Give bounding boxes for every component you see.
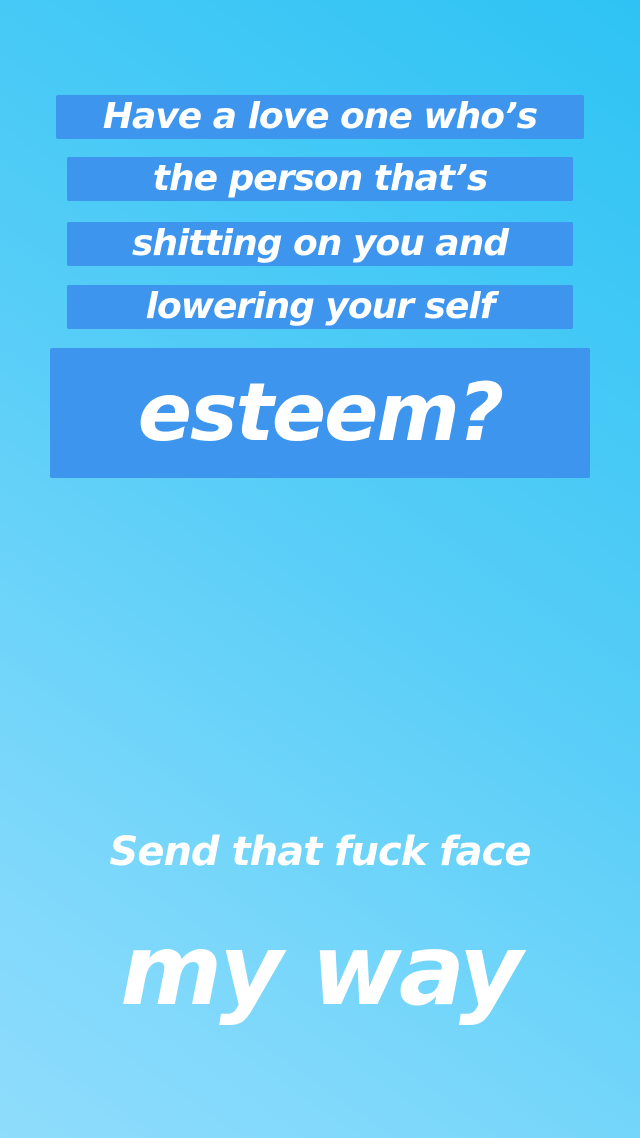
highlight-text-line-4: lowering your self bbox=[67, 285, 573, 329]
plain-text-line-1: Send that fuck face bbox=[109, 829, 532, 875]
plain-text-line-2: my way bbox=[120, 914, 523, 1028]
story-canvas: Have a love one who’s the person that’s … bbox=[0, 0, 640, 1138]
highlight-emphasis-word: esteem? bbox=[50, 348, 590, 478]
highlight-text-line-2: the person that’s bbox=[67, 157, 573, 201]
highlight-text-line-1: Have a love one who’s bbox=[56, 95, 584, 139]
highlight-text-line-3: shitting on you and bbox=[67, 222, 573, 266]
